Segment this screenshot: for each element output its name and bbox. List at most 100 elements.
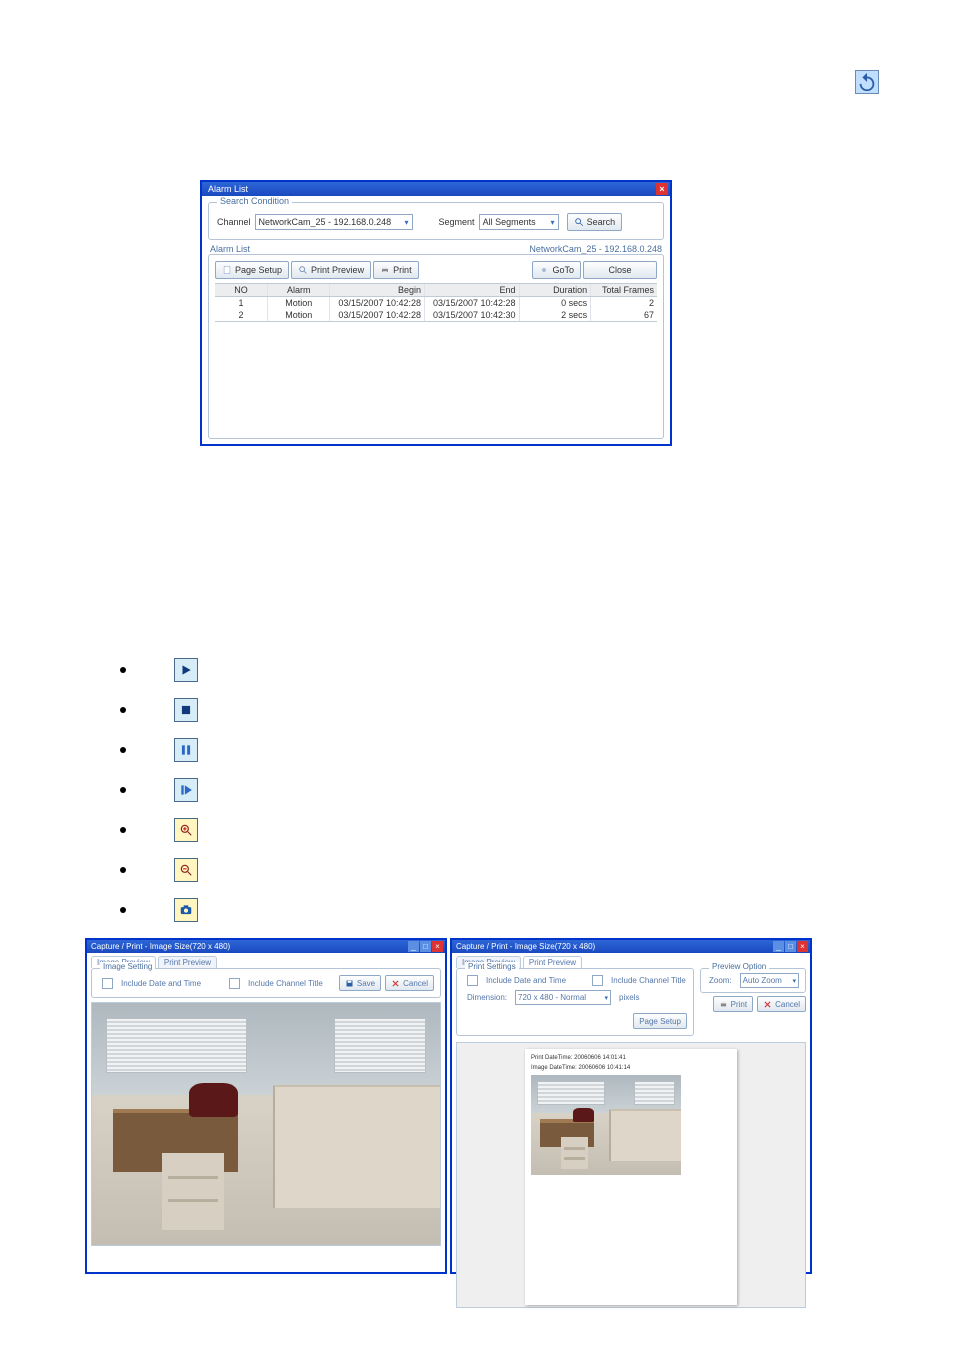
save-button[interactable]: Save	[339, 975, 381, 991]
page-setup-button[interactable]: Page Setup	[633, 1013, 687, 1029]
bullet-icon	[120, 707, 126, 713]
bullet-icon	[120, 827, 126, 833]
stop-icon[interactable]	[174, 698, 198, 722]
list-item	[120, 690, 380, 730]
col-end: End	[425, 284, 520, 296]
goto-button[interactable]: GoTo	[532, 261, 581, 279]
bullet-icon	[120, 907, 126, 913]
pause-icon[interactable]	[174, 738, 198, 762]
list-item	[120, 650, 380, 690]
zoom-out-icon[interactable]	[174, 858, 198, 882]
col-begin: Begin	[330, 284, 425, 296]
maximize-icon[interactable]: □	[785, 941, 796, 952]
include-title-label: Include Channel Title	[611, 976, 686, 985]
chevron-down-icon: ▾	[551, 218, 555, 227]
include-date-label: Include Date and Time	[486, 976, 566, 985]
channel-label: Channel	[217, 217, 251, 227]
print-settings-group: Print Settings Include Date and Time Inc…	[456, 968, 694, 1036]
cancel-button[interactable]: Cancel	[385, 975, 434, 991]
close-button[interactable]: Close	[583, 261, 657, 279]
list-item	[120, 770, 380, 810]
printer-icon	[719, 1000, 728, 1009]
close-icon[interactable]: ×	[432, 941, 443, 952]
cancel-icon	[763, 1000, 772, 1009]
col-duration: Duration	[520, 284, 592, 296]
include-date-label: Include Date and Time	[121, 979, 201, 988]
capture1-title: Capture / Print - Image Size(720 x 480)	[91, 942, 230, 951]
search-icon	[574, 217, 584, 227]
include-title-checkbox[interactable]	[229, 978, 240, 989]
capture-window-print-preview: Capture / Print - Image Size(720 x 480) …	[450, 938, 812, 1274]
bullet-icon	[120, 867, 126, 873]
bullet-icon	[120, 747, 126, 753]
page-setup-button[interactable]: Page Setup	[215, 261, 289, 279]
close-icon[interactable]: ×	[656, 183, 668, 195]
snapshot-icon[interactable]	[174, 898, 198, 922]
print-button[interactable]: Print	[713, 996, 753, 1012]
alarm-table-header: NO Alarm Begin End Duration Total Frames	[215, 284, 657, 297]
dimension-select[interactable]: 720 x 480 - Normal▾	[515, 990, 611, 1005]
link-icon	[539, 265, 549, 275]
preview-option-legend: Preview Option	[709, 962, 769, 971]
include-title-label: Include Channel Title	[248, 979, 323, 988]
search-condition-group: Search Condition Channel NetworkCam_25 -…	[208, 202, 664, 240]
channel-select[interactable]: NetworkCam_25 - 192.168.0.248 ▾	[255, 214, 413, 230]
alarm-list-window: Alarm List × Search Condition Channel Ne…	[200, 180, 672, 446]
chevron-down-icon: ▾	[405, 218, 409, 227]
zoom-label: Zoom:	[709, 976, 732, 985]
alarm-table: NO Alarm Begin End Duration Total Frames…	[215, 283, 657, 322]
preview-option-group: Preview Option Zoom: Auto Zoom▾	[700, 968, 806, 993]
list-item	[120, 810, 380, 850]
image-setting-group: Image Setting Include Date and Time Incl…	[91, 968, 441, 998]
segment-value: All Segments	[483, 217, 536, 227]
table-row[interactable]: 1 Motion 03/15/2007 10:42:28 03/15/2007 …	[215, 297, 657, 309]
print-settings-legend: Print Settings	[465, 962, 519, 971]
alarm-list-legend: Alarm List	[210, 244, 250, 254]
page-icon	[222, 265, 232, 275]
close-icon[interactable]: ×	[797, 941, 808, 952]
dimension-label: Dimension:	[467, 993, 507, 1002]
list-item	[120, 890, 380, 930]
refresh-icon	[855, 70, 879, 94]
print-meta-line2: Image DateTime: 20060606 10:41:14	[531, 1065, 731, 1072]
pixels-label: pixels	[619, 993, 639, 1002]
play-icon[interactable]	[174, 658, 198, 682]
printer-icon	[380, 265, 390, 275]
zoom-select[interactable]: Auto Zoom▾	[740, 973, 799, 988]
bullet-icon	[120, 667, 126, 673]
cancel-icon	[391, 979, 400, 988]
alarm-list-channel: NetworkCam_25 - 192.168.0.248	[529, 244, 662, 254]
minimize-icon[interactable]: _	[773, 941, 784, 952]
playback-icon-list	[120, 650, 380, 930]
segment-label: Segment	[439, 217, 475, 227]
col-total-frames: Total Frames	[591, 284, 657, 296]
bullet-icon	[120, 787, 126, 793]
list-item	[120, 850, 380, 890]
col-no: NO	[215, 284, 268, 296]
include-date-checkbox[interactable]	[467, 975, 478, 986]
tab-print-preview[interactable]: Print Preview	[158, 956, 217, 968]
image-setting-legend: Image Setting	[100, 962, 155, 971]
capture2-titlebar: Capture / Print - Image Size(720 x 480) …	[452, 940, 810, 953]
segment-select[interactable]: All Segments ▾	[479, 214, 559, 230]
include-title-checkbox[interactable]	[592, 975, 603, 986]
print-preview-button[interactable]: Print Preview	[291, 261, 371, 279]
search-condition-legend: Search Condition	[217, 196, 292, 206]
print-button[interactable]: Print	[373, 261, 419, 279]
table-row[interactable]: 2 Motion 03/15/2007 10:42:28 03/15/2007 …	[215, 309, 657, 321]
col-alarm: Alarm	[268, 284, 330, 296]
search-button[interactable]: Search	[567, 213, 623, 231]
print-preview-pane: Print DateTime: 20060606 14:01:41 Image …	[456, 1042, 806, 1308]
capture-window-image-preview: Capture / Print - Image Size(720 x 480) …	[85, 938, 447, 1274]
maximize-icon[interactable]: □	[420, 941, 431, 952]
minimize-icon[interactable]: _	[408, 941, 419, 952]
alarm-list-title: Alarm List	[208, 184, 248, 194]
zoom-in-icon[interactable]	[174, 818, 198, 842]
channel-value: NetworkCam_25 - 192.168.0.248	[259, 217, 392, 227]
cancel-button[interactable]: Cancel	[757, 996, 806, 1012]
image-preview-pane	[91, 1002, 441, 1246]
tab-print-preview[interactable]: Print Preview	[523, 956, 582, 968]
capture1-titlebar: Capture / Print - Image Size(720 x 480) …	[87, 940, 445, 953]
include-date-checkbox[interactable]	[102, 978, 113, 989]
step-icon[interactable]	[174, 778, 198, 802]
